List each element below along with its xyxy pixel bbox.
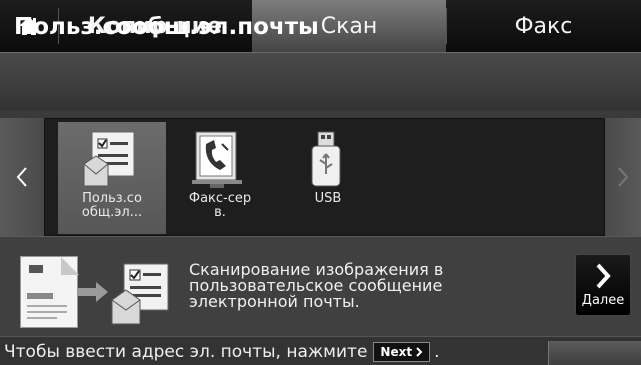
page-title: Польз.сообщ.эл.почты xyxy=(14,14,319,40)
usb-icon xyxy=(298,130,354,190)
hint-text: Чтобы ввести адрес эл. почты, нажмите xyxy=(4,342,368,362)
label-line: USB xyxy=(314,191,342,206)
tab-divider xyxy=(446,8,447,44)
arrow-right-icon xyxy=(78,282,108,302)
chevron-left-icon xyxy=(16,167,27,187)
tab-fax[interactable]: Факс xyxy=(446,0,641,52)
title-bar xyxy=(0,52,641,110)
scroll-left-button[interactable] xyxy=(0,118,44,236)
carousel-item-label: Факс-сер в. xyxy=(166,192,274,220)
label-line: Польз.со xyxy=(82,191,142,206)
chevron-right-icon xyxy=(618,167,629,187)
scroll-right-button[interactable] xyxy=(605,118,641,236)
next-button[interactable]: Далее xyxy=(575,254,631,316)
carousel-item-user-email[interactable]: Польз.со общ.эл... xyxy=(58,122,166,234)
carousel-item-fax-server[interactable]: Факс-сер в. xyxy=(166,122,274,234)
user-email-icon xyxy=(110,262,172,328)
label-line: Факс-сер xyxy=(188,191,252,206)
footer-hint: Чтобы ввести адрес эл. почты, нажмите Ne… xyxy=(4,342,440,362)
fax-server-icon xyxy=(190,130,246,190)
document-icon xyxy=(20,256,79,328)
chevron-right-icon xyxy=(596,263,611,289)
carousel-item-usb[interactable]: USB xyxy=(274,122,382,234)
user-email-icon xyxy=(82,130,138,190)
carousel-item-label: USB xyxy=(274,192,382,206)
next-button-label: Далее xyxy=(581,293,625,308)
description-text: Сканирование изображения в пользовательс… xyxy=(189,262,549,310)
label-line: общ.эл... xyxy=(81,205,143,220)
footer-button[interactable] xyxy=(548,341,641,365)
hint-period: . xyxy=(434,342,440,362)
label-line: в. xyxy=(214,205,226,220)
carousel-item-label: Польз.со общ.эл... xyxy=(58,192,166,220)
next-chip: Next xyxy=(373,342,431,362)
chevron-right-icon xyxy=(416,347,423,357)
next-chip-label: Next xyxy=(380,345,413,359)
description-line: электронной почты. xyxy=(189,292,360,311)
